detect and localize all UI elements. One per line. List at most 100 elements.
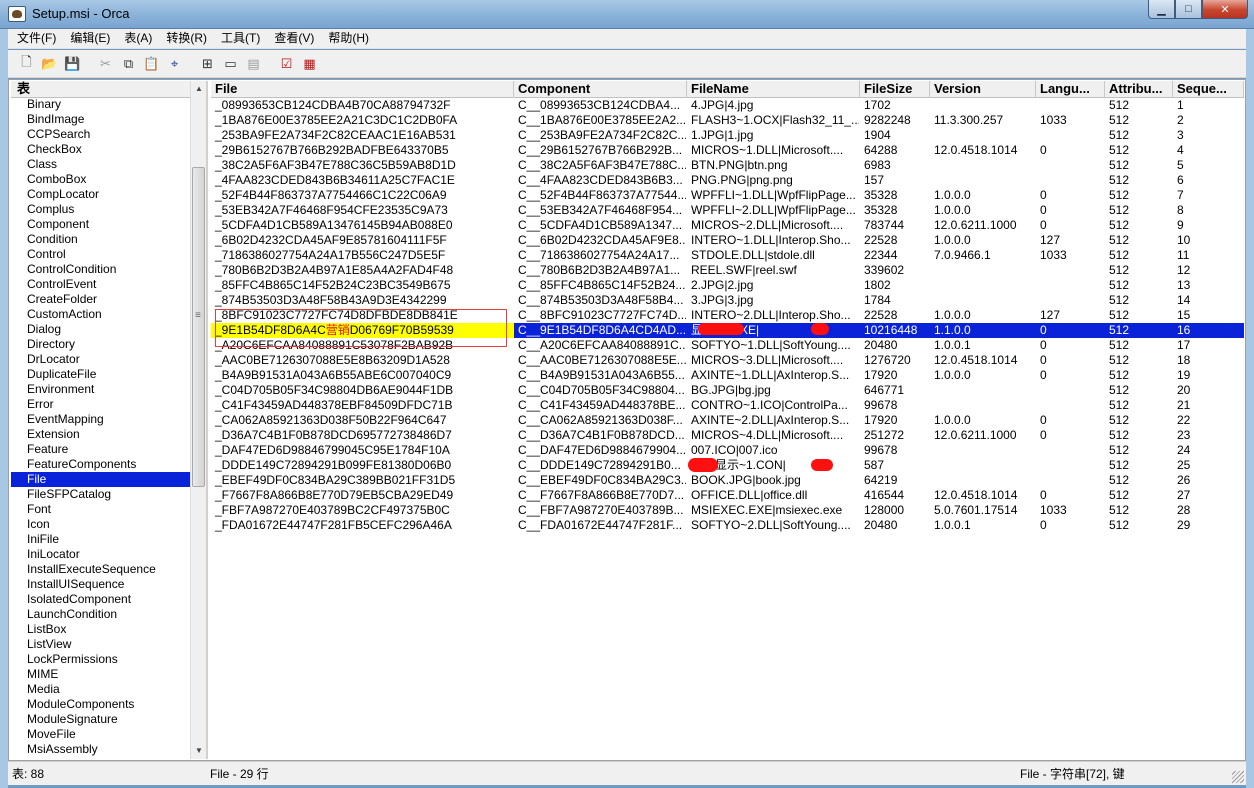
table-cell[interactable]: _DDDE149C72894291B099FE81380D06B0: [211, 458, 514, 473]
table-cell[interactable]: 0: [1036, 203, 1105, 218]
table-cell[interactable]: _7186386027754A24A17B556C247D5E5F: [211, 248, 514, 263]
table-cell[interactable]: 157: [860, 173, 930, 188]
table-cell[interactable]: [1036, 158, 1105, 173]
table-cell[interactable]: _08993653CB124CDBA4B70CA88794732F: [211, 98, 514, 113]
table-cell[interactable]: [1036, 398, 1105, 413]
table-cell[interactable]: C__D36A7C4B1F0B878DCD...: [514, 428, 687, 443]
table-cell[interactable]: C__F7667F8A866B8E770D7...: [514, 488, 687, 503]
table-cell[interactable]: 4.JPG|4.jpg: [687, 98, 860, 113]
table-cell[interactable]: 512: [1105, 518, 1173, 533]
table-cell[interactable]: [1036, 383, 1105, 398]
table-cell[interactable]: WPFFLI~2.DLL|WpfFlipPage...: [687, 203, 860, 218]
table-cell[interactable]: [1036, 443, 1105, 458]
table-row[interactable]: _85FFC4B865C14F52B24C23BC3549B675 C__85FF…: [211, 278, 1244, 293]
table-item-media[interactable]: Media: [11, 682, 191, 697]
table-item-condition[interactable]: Condition: [11, 232, 191, 247]
table-cell[interactable]: 5: [1173, 158, 1244, 173]
table-cell[interactable]: [930, 458, 1036, 473]
table-cell[interactable]: 1.0.0.0: [930, 233, 1036, 248]
table-cell[interactable]: MICROS~1.DLL|Microsoft....: [687, 143, 860, 158]
table-cell[interactable]: 1.0.0.1: [930, 518, 1036, 533]
table-cell[interactable]: C__780B6B2D3B2A4B97A1...: [514, 263, 687, 278]
resize-grip[interactable]: [1232, 771, 1244, 783]
menu-view[interactable]: 查看(V): [267, 29, 321, 48]
table-cell[interactable]: [1036, 128, 1105, 143]
table-item-msiassemblyname[interactable]: MsiAssemblyName: [11, 757, 191, 759]
table-item-environment[interactable]: Environment: [11, 382, 191, 397]
table-cell[interactable]: C__53EB342A7F46468F954...: [514, 203, 687, 218]
table-cell[interactable]: C__8BFC91023C7727FC74D...: [514, 308, 687, 323]
table-cell[interactable]: 339602: [860, 263, 930, 278]
table-cell[interactable]: 12.0.6211.1000: [930, 428, 1036, 443]
table-item-directory[interactable]: Directory: [11, 337, 191, 352]
table-cell[interactable]: 7.0.9466.1: [930, 248, 1036, 263]
table-cell[interactable]: MSIEXEC.EXE|msiexec.exe: [687, 503, 860, 518]
table-cell[interactable]: 6983: [860, 158, 930, 173]
table-row[interactable]: _F7667F8A866B8E770D79EB5CBA29ED49 C__F766…: [211, 488, 1244, 503]
table-cell[interactable]: 13: [1173, 278, 1244, 293]
table-item-drlocator[interactable]: DrLocator: [11, 352, 191, 367]
column-header[interactable]: File: [211, 81, 514, 98]
table-cell[interactable]: 0: [1036, 323, 1105, 338]
table-item-extension[interactable]: Extension: [11, 427, 191, 442]
table-row[interactable]: _C41F43459AD448378EBF84509DFDC71B C__C41F…: [211, 398, 1244, 413]
table-cell[interactable]: C__6B02D4232CDA45AF9E8...: [514, 233, 687, 248]
table-cell[interactable]: _1BA876E00E3785EE2A21C3DC1C2DB0FA: [211, 113, 514, 128]
add-row-icon[interactable]: ▭: [220, 53, 241, 74]
table-cell[interactable]: _85FFC4B865C14F52B24C23BC3549B675: [211, 278, 514, 293]
table-cell[interactable]: 0: [1036, 218, 1105, 233]
table-cell[interactable]: 12.0.6211.1000: [930, 218, 1036, 233]
table-item-icon[interactable]: Icon: [11, 517, 191, 532]
column-header[interactable]: Component: [514, 81, 687, 98]
table-row[interactable]: _B4A9B91531A043A6B55ABE6C007040C9 C__B4A9…: [211, 368, 1244, 383]
table-cell[interactable]: C__C04D705B05F34C98804...: [514, 383, 687, 398]
minimize-button[interactable]: ▁: [1148, 0, 1175, 19]
table-cell[interactable]: _D36A7C4B1F0B878DCD695772738486D7: [211, 428, 514, 443]
table-cell[interactable]: C__CA062A85921363D038F...: [514, 413, 687, 428]
table-cell[interactable]: [1036, 173, 1105, 188]
table-cell[interactable]: [1036, 458, 1105, 473]
copy-icon[interactable]: ⧉: [118, 53, 139, 74]
table-cell[interactable]: 35328: [860, 203, 930, 218]
table-cell[interactable]: 512: [1105, 158, 1173, 173]
table-cell[interactable]: 1033: [1036, 248, 1105, 263]
table-cell[interactable]: 127: [1036, 233, 1105, 248]
table-cell[interactable]: C__FBF7A987270E403789B...: [514, 503, 687, 518]
table-item-inifile[interactable]: IniFile: [11, 532, 191, 547]
table-cell[interactable]: SOFTYO~1.DLL|SoftYoung....: [687, 338, 860, 353]
table-item-mime[interactable]: MIME: [11, 667, 191, 682]
table-cell[interactable]: 5.0.7601.17514: [930, 503, 1036, 518]
table-cell[interactable]: _52F4B44F863737A7754466C1C22C06A9: [211, 188, 514, 203]
table-row[interactable]: _AAC0BE7126307088E5E8B63209D1A528 C__AAC0…: [211, 353, 1244, 368]
table-cell[interactable]: 22528: [860, 308, 930, 323]
table-cell[interactable]: C__4FAA823CDED843B6B3...: [514, 173, 687, 188]
table-item-ccpsearch[interactable]: CCPSearch: [11, 127, 191, 142]
table-item-file[interactable]: File: [11, 472, 191, 487]
table-item-msiassembly[interactable]: MsiAssembly: [11, 742, 191, 757]
scroll-down-icon[interactable]: ▼: [191, 743, 206, 759]
table-cell[interactable]: AXINTE~2.DLL|AxInterop.S...: [687, 413, 860, 428]
paste-icon[interactable]: 📋: [141, 53, 162, 74]
table-cell[interactable]: 20480: [860, 338, 930, 353]
table-cell[interactable]: _FDA01672E44747F281FB5CEFC296A46A: [211, 518, 514, 533]
table-item-createfolder[interactable]: CreateFolder: [11, 292, 191, 307]
table-row[interactable]: _C04D705B05F34C98804DB6AE9044F1DB C__C04D…: [211, 383, 1244, 398]
drop-row-icon[interactable]: ▤: [243, 53, 264, 74]
table-cell[interactable]: 99678: [860, 443, 930, 458]
table-item-eventmapping[interactable]: EventMapping: [11, 412, 191, 427]
table-cell[interactable]: [930, 383, 1036, 398]
orca-app-icon[interactable]: [8, 6, 26, 22]
table-item-controlevent[interactable]: ControlEvent: [11, 277, 191, 292]
table-cell[interactable]: AXINTE~1.DLL|AxInterop.S...: [687, 368, 860, 383]
table-cell[interactable]: [1036, 278, 1105, 293]
table-item-component[interactable]: Component: [11, 217, 191, 232]
scroll-thumb[interactable]: [192, 167, 205, 487]
table-cell[interactable]: 10: [1173, 233, 1244, 248]
table-row[interactable]: _53EB342A7F46468F954CFE23535C9A73 C__53EB…: [211, 203, 1244, 218]
table-item-class[interactable]: Class: [11, 157, 191, 172]
table-cell[interactable]: [930, 158, 1036, 173]
menu-tools[interactable]: 工具(T): [214, 29, 267, 48]
table-cell[interactable]: 3: [1173, 128, 1244, 143]
table-item-lockpermissions[interactable]: LockPermissions: [11, 652, 191, 667]
table-cell[interactable]: _C41F43459AD448378EBF84509DFDC71B: [211, 398, 514, 413]
